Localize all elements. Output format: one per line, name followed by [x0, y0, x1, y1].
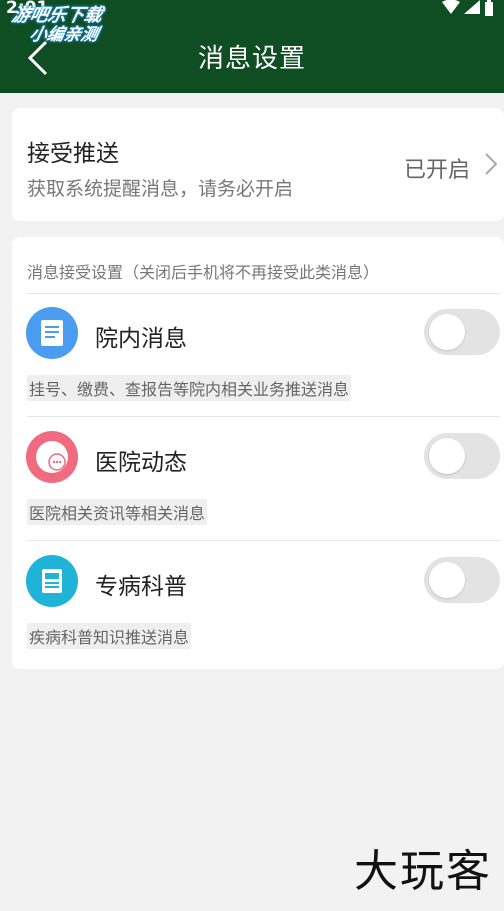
- system-icons: [442, 0, 494, 16]
- toggle-disease-education[interactable]: [424, 557, 500, 603]
- message-settings-card: 消息接受设置（关闭后手机将不再接受此类消息） 院内消息 挂号、缴费、查报告等院内…: [12, 237, 504, 669]
- setting-item-hospital-news: 医院动态 医院相关资讯等相关消息: [12, 417, 504, 541]
- document-icon: [26, 307, 78, 359]
- setting-item-disease-education: 专病科普 疾病科普知识推送消息: [12, 541, 504, 665]
- chat-bubble-icon: [26, 431, 78, 483]
- push-title: 接受推送: [27, 141, 119, 167]
- setting-item-hospital-messages: 院内消息 挂号、缴费、查报告等院内相关业务推送消息: [12, 293, 504, 417]
- toggle-knob: [429, 562, 465, 598]
- item-label: 专病科普: [95, 574, 187, 600]
- battery-icon: [485, 0, 493, 16]
- push-status: 已开启: [403, 158, 470, 183]
- item-description: 挂号、缴费、查报告等院内相关业务推送消息: [27, 375, 352, 401]
- item-description: 疾病科普知识推送消息: [27, 623, 192, 649]
- toggle-knob: [429, 314, 465, 350]
- item-label: 院内消息: [95, 326, 187, 352]
- toggle-knob: [429, 438, 465, 474]
- brand-watermark: 大玩客: [354, 846, 492, 897]
- toggle-hospital-messages[interactable]: [424, 309, 500, 355]
- item-label: 医院动态: [95, 450, 187, 476]
- push-setting-row[interactable]: 接受推送 获取系统提醒消息，请务必开启 已开启: [12, 108, 504, 221]
- article-icon: [26, 555, 78, 607]
- wifi-icon: [442, 0, 460, 14]
- signal-icon: [464, 0, 480, 14]
- item-description: 医院相关资讯等相关消息: [27, 499, 208, 525]
- watermark-logo: 游吧乐下载 小编亲测: [9, 5, 105, 45]
- section-header: 消息接受设置（关闭后手机将不再接受此类消息）: [27, 263, 380, 282]
- chevron-right-icon: [485, 153, 498, 175]
- toggle-hospital-news[interactable]: [424, 433, 500, 479]
- push-subtitle: 获取系统提醒消息，请务必开启: [27, 178, 294, 200]
